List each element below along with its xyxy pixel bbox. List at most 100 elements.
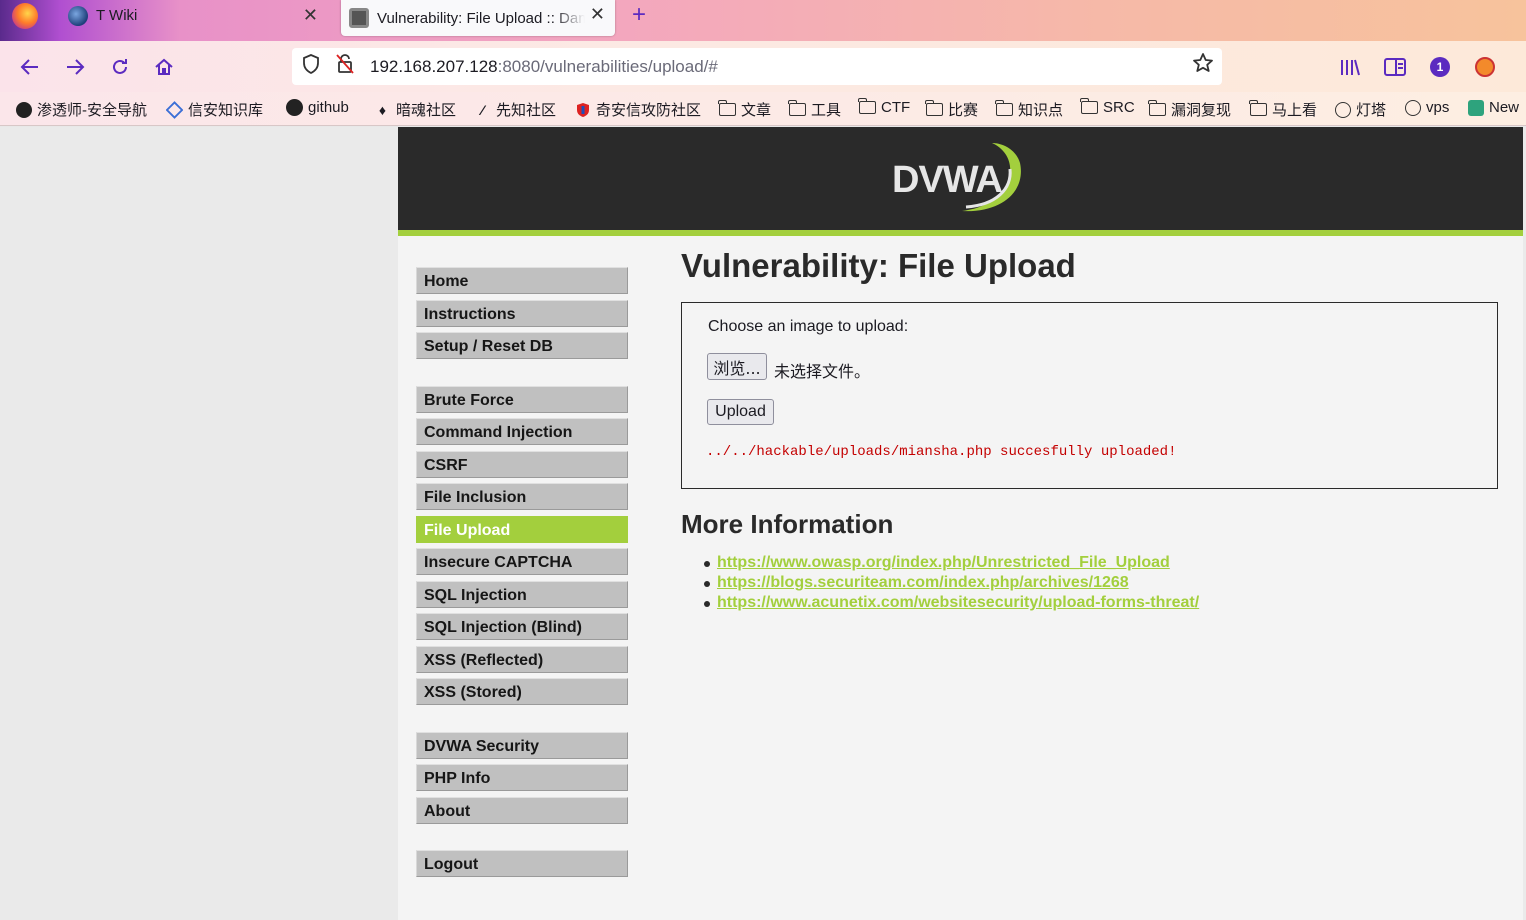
- menu-divider: [416, 365, 628, 386]
- globe-icon: [1404, 99, 1421, 116]
- bookmark-folder[interactable]: CTF: [858, 98, 910, 116]
- menu-item-sql-injection[interactable]: SQL Injection: [416, 580, 628, 608]
- back-arrow-icon[interactable]: [17, 54, 43, 80]
- menu-item-home[interactable]: Home: [416, 267, 628, 294]
- folder-icon: [925, 100, 943, 118]
- menu-item-sql-injection-blind[interactable]: SQL Injection (Blind): [416, 613, 628, 640]
- bookmark-label: 工具: [811, 102, 842, 119]
- shield-icon: [574, 102, 591, 118]
- extension-badge-icon[interactable]: 1: [1427, 54, 1453, 80]
- ghost-icon: [16, 101, 32, 118]
- bookmark-item[interactable]: 渗透师-安全导航: [16, 99, 147, 120]
- extension-badge-count: 1: [1430, 57, 1450, 77]
- forward-arrow-icon[interactable]: [62, 54, 88, 80]
- url-host: 192.168.207.128: [370, 57, 498, 76]
- menu-item-instructions[interactable]: Instructions: [416, 299, 628, 327]
- bookmark-label: 先知社区: [496, 102, 557, 119]
- menu-item-csrf[interactable]: CSRF: [416, 450, 628, 478]
- bookmark-folder[interactable]: 工具: [788, 99, 842, 120]
- tracking-shield-icon[interactable]: [302, 54, 320, 79]
- menu-item-command-injection[interactable]: Command Injection: [416, 418, 628, 445]
- extension-orange-icon[interactable]: [1472, 54, 1498, 80]
- bookmark-label: 马上看: [1272, 102, 1318, 119]
- sidebar-toggle-icon[interactable]: [1382, 54, 1408, 80]
- bookmarks-toolbar: 渗透师-安全导航 信安知识库 github ♦ 暗魂社区 ⁄ 先知社区 奇安信攻防社…: [0, 92, 1526, 126]
- menu-item-dvwa-security[interactable]: DVWA Security: [416, 731, 628, 759]
- library-icon[interactable]: [1337, 54, 1363, 80]
- menu-item-file-upload[interactable]: File Upload: [416, 515, 628, 543]
- tab-strip: T Wiki ✕ Vulnerability: File Upload :: D…: [0, 0, 1526, 41]
- bookmark-folder[interactable]: 马上看: [1249, 99, 1318, 120]
- close-icon[interactable]: ✕: [303, 5, 318, 26]
- folder-icon: [1080, 98, 1098, 116]
- bookmark-item[interactable]: 奇安信攻防社区: [574, 99, 701, 120]
- bookmark-folder[interactable]: SRC: [1080, 98, 1135, 116]
- github-icon: [286, 99, 303, 116]
- close-icon[interactable]: ✕: [590, 4, 605, 25]
- folder-icon: [995, 100, 1013, 118]
- link-acunetix-upload-forms[interactable]: https://www.acunetix.com/websitesecurity…: [717, 594, 1199, 611]
- menu-item-about[interactable]: About: [416, 796, 628, 824]
- url-path: :8080/vulnerabilities/upload/#: [497, 57, 718, 76]
- tab-title: T Wiki: [96, 7, 138, 24]
- bookmark-item[interactable]: github: [286, 99, 349, 116]
- header-accent-line: [398, 230, 1523, 236]
- bookmark-label: 信安知识库: [188, 102, 264, 119]
- new-tab-icon[interactable]: +: [632, 1, 646, 29]
- bookmark-label: 比赛: [948, 102, 979, 119]
- tab-t-wiki[interactable]: T Wiki ✕: [58, 0, 328, 31]
- page-viewport: DVWA Home Instructions Setup / Reset DB …: [0, 127, 1526, 920]
- bookmark-item[interactable]: vps: [1404, 99, 1449, 116]
- folder-icon: [858, 98, 876, 116]
- link-securiteam-archive[interactable]: https://blogs.securiteam.com/index.php/a…: [717, 574, 1129, 591]
- folder-icon: [788, 100, 806, 118]
- list-item: https://www.acunetix.com/websitesecurity…: [703, 594, 1199, 614]
- firefox-icon[interactable]: [12, 3, 38, 29]
- bookmark-item[interactable]: 灯塔: [1334, 99, 1386, 120]
- menu-item-file-inclusion[interactable]: File Inclusion: [416, 483, 628, 510]
- no-file-selected-text: 未选择文件。: [774, 364, 871, 381]
- insecure-lock-icon[interactable]: [336, 54, 354, 79]
- bookmark-item[interactable]: ♦ 暗魂社区: [374, 99, 456, 120]
- folder-icon: [1249, 100, 1267, 118]
- link-owasp-unrestricted-upload[interactable]: https://www.owasp.org/index.php/Unrestri…: [717, 554, 1170, 571]
- menu-item-brute-force[interactable]: Brute Force: [416, 385, 628, 413]
- home-icon[interactable]: [151, 54, 177, 80]
- menu-item-setup-reset-db[interactable]: Setup / Reset DB: [416, 332, 628, 359]
- bookmark-folder[interactable]: 文章: [718, 99, 771, 120]
- bookmark-folder[interactable]: 知识点: [995, 99, 1064, 120]
- bookmark-label: 渗透师-安全导航: [37, 102, 147, 119]
- menu-item-insecure-captcha[interactable]: Insecure CAPTCHA: [416, 548, 628, 575]
- bookmark-label: 漏洞复现: [1171, 102, 1232, 119]
- url-bar[interactable]: 192.168.207.128:8080/vulnerabilities/upl…: [292, 48, 1222, 85]
- bookmark-folder[interactable]: 漏洞复现: [1148, 99, 1232, 120]
- browse-file-button[interactable]: 浏览...: [707, 353, 767, 380]
- dvwa-logo[interactable]: DVWA: [892, 141, 1026, 217]
- menu-divider: [416, 711, 628, 732]
- page-title: Vulnerability: File Upload: [681, 247, 1076, 284]
- menu-item-logout[interactable]: Logout: [416, 850, 628, 877]
- bookmark-item[interactable]: 信安知识库: [166, 99, 263, 120]
- tab-dvwa-file-upload[interactable]: Vulnerability: File Upload :: Damn Vulne…: [341, 0, 615, 36]
- menu-item-xss-reflected[interactable]: XSS (Reflected): [416, 645, 628, 673]
- url-text[interactable]: 192.168.207.128:8080/vulnerabilities/upl…: [370, 57, 718, 77]
- bookmark-folder[interactable]: 比赛: [925, 99, 979, 120]
- bookmark-label: 暗魂社区: [396, 102, 457, 119]
- list-item: https://www.owasp.org/index.php/Unrestri…: [703, 554, 1199, 574]
- main-body: Vulnerability: File Upload Choose an ima…: [681, 247, 1498, 611]
- bookmark-label: vps: [1426, 99, 1450, 116]
- reload-icon[interactable]: [107, 54, 133, 80]
- bookmark-star-icon[interactable]: [1192, 52, 1214, 80]
- more-information-links: https://www.owasp.org/index.php/Unrestri…: [703, 554, 1199, 614]
- openai-icon: [1468, 99, 1484, 116]
- bookmark-label: 知识点: [1018, 102, 1064, 119]
- upload-button[interactable]: Upload: [707, 399, 774, 425]
- dvwa-favicon-icon: [349, 8, 369, 28]
- more-information-heading: More Information: [681, 509, 894, 539]
- bookmark-item[interactable]: New: [1468, 99, 1519, 116]
- navigation-toolbar: 192.168.207.128:8080/vulnerabilities/upl…: [0, 41, 1526, 92]
- menu-item-php-info[interactable]: PHP Info: [416, 764, 628, 791]
- bookmark-item[interactable]: ⁄ 先知社区: [474, 99, 556, 120]
- menu-item-xss-stored[interactable]: XSS (Stored): [416, 678, 628, 705]
- globe-icon: [1334, 101, 1351, 118]
